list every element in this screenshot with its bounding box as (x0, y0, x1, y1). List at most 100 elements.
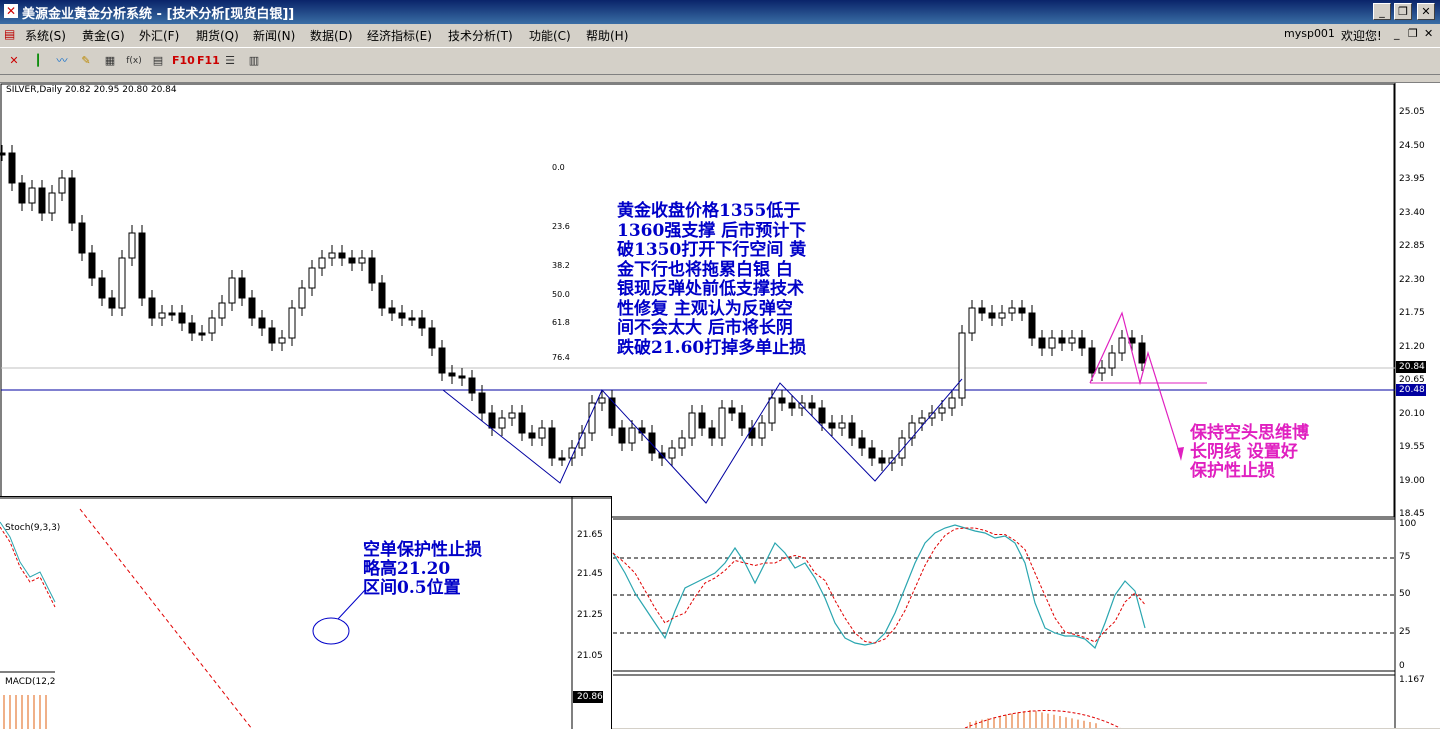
template-icon[interactable]: ▤ (150, 53, 166, 69)
main-annotation: 黄金收盘价格1355低于 1360强支撑 后市预计下 破1350打开下行空间 黄… (617, 201, 807, 358)
candle-body (448, 372, 456, 377)
close-button[interactable]: ✕ (1417, 3, 1435, 20)
annotation-line-8: 跌破21.60打掉多单止损 (617, 337, 807, 358)
inset-macd-bars (3, 695, 47, 729)
list-icon[interactable]: ☰ (222, 53, 238, 69)
fib-level-label: 0.0 (552, 163, 565, 172)
candle-body (738, 412, 746, 429)
inset-annotation: 空单保护性止损 略高21.20 区间0.5位置 (363, 541, 482, 598)
candle-body (488, 412, 496, 429)
candle-body (698, 412, 706, 429)
candle-body (218, 302, 226, 319)
welcome-text: 欢迎您! (1341, 29, 1382, 43)
candle-body (208, 317, 216, 334)
grid-icon[interactable]: ▦ (102, 53, 118, 69)
candle-body (248, 297, 256, 319)
menu-futures[interactable]: 期货(Q) (196, 27, 239, 44)
candle-body (1098, 367, 1106, 374)
candle-body (98, 277, 106, 299)
annotation-line-2: 1360强支撑 后市预计下 (617, 220, 807, 241)
menu-technical-analysis[interactable]: 技术分析(T) (448, 27, 513, 44)
candle-body (58, 177, 66, 194)
menu-functions[interactable]: 功能(C) (529, 27, 571, 44)
annotation-line-6: 性修复 主观认为反弹空 (617, 298, 793, 319)
annotation-line-4: 金下行也将拖累白银 白 (617, 259, 793, 280)
f11-icon[interactable]: F11 (197, 53, 220, 69)
f10-icon[interactable]: F10 (172, 53, 195, 69)
fib-level-label: 38.2 (552, 261, 570, 270)
candle-body (138, 232, 146, 299)
price-axis-label: 21.75 (1399, 308, 1425, 318)
candle-body (288, 307, 296, 339)
line-chart-icon[interactable]: 〰 (54, 53, 70, 69)
candle-body (978, 307, 986, 314)
menu-data[interactable]: 数据(D) (310, 27, 353, 44)
candle-body (18, 182, 26, 204)
price-axis-label: 18.45 (1399, 509, 1425, 519)
close-chart-icon[interactable]: ✕ (6, 53, 22, 69)
annotation-line-7: 间不会太大 后市将长阴 (617, 318, 793, 338)
menu-help[interactable]: 帮助(H) (586, 27, 628, 44)
fib-trend-line (79, 508, 253, 729)
inset-chart: Stoch(9,3,3) MACD(12,2 空单保护性止损 略高21.20 区… (0, 163, 612, 729)
candle-body (438, 347, 446, 374)
candle-body (258, 317, 266, 329)
price-axis-label: 25.05 (1399, 107, 1425, 117)
chart-header: SILVER,Daily 20.82 20.95 20.80 20.84 (6, 85, 177, 95)
inset-annotation-line-2: 略高21.20 (363, 559, 451, 579)
candle-body (178, 312, 186, 324)
window-title: 美源金业黄金分析系统 - [技术分析[现货白银]] (22, 7, 295, 22)
menu-forex[interactable]: 外汇(F) (139, 27, 179, 44)
candles-icon[interactable]: ┃ (30, 53, 46, 69)
fx-icon[interactable]: f(x) (126, 53, 142, 69)
restore-button[interactable]: ❐ (1394, 3, 1412, 20)
mdi-restore-button[interactable]: ❐ (1408, 27, 1418, 40)
candles-group (0, 145, 1146, 471)
candle-body (238, 277, 246, 299)
annotation-line-3: 破1350打开下行空间 黄 (617, 240, 807, 260)
report-icon[interactable]: ▥ (246, 53, 262, 69)
chart-window[interactable]: SILVER,Daily 20.82 20.95 20.80 20.84 25.… (0, 82, 1440, 729)
fib-level-label: 61.8 (552, 318, 570, 327)
mdi-close-button[interactable]: ✕ (1424, 27, 1433, 40)
candle-body (128, 232, 136, 259)
candle-body (48, 192, 56, 214)
menu-economic-indicators[interactable]: 经济指标(E) (367, 27, 432, 44)
candle-body (898, 437, 906, 459)
menu-news[interactable]: 新闻(N) (253, 27, 295, 44)
candle-body (158, 312, 166, 319)
candle-body (198, 332, 206, 336)
candle-body (328, 252, 336, 259)
menu-system[interactable]: 系统(S) (25, 27, 66, 44)
menu-gold[interactable]: 黄金(G) (82, 27, 125, 44)
candle-body (1038, 337, 1046, 349)
candle-body (788, 402, 796, 409)
candle-body (538, 427, 546, 439)
candle-body (648, 432, 656, 454)
minimize-button[interactable]: _ (1373, 3, 1391, 20)
line-price-label: 20.48 (1399, 385, 1425, 395)
candle-body (168, 312, 176, 316)
stoch-level-label-100: 100 (1399, 519, 1417, 529)
stop-loss-ellipse (312, 617, 350, 645)
candle-body (1008, 307, 1016, 314)
right-annotation-line-3: 保护性止损 (1190, 461, 1275, 481)
candle-body (108, 297, 116, 309)
macd-value-label: 1.167 (1399, 675, 1425, 685)
candle-body (548, 427, 556, 459)
candle-body (468, 377, 476, 394)
candle-body (768, 397, 776, 424)
inset-price-label-1: 21.65 (577, 530, 603, 540)
candle-body (428, 327, 436, 349)
candle-body (0, 152, 6, 156)
price-axis-label: 20.10 (1399, 408, 1425, 419)
candle-body (678, 437, 686, 449)
candle-body (828, 422, 836, 429)
title-bar: ✕ 美源金业黄金分析系统 - [技术分析[现货白银]] _ ❐ ✕ (0, 0, 1440, 24)
candle-body (718, 407, 726, 439)
inset-current-price: 20.86 (577, 692, 603, 702)
candle-body (1118, 337, 1126, 354)
price-axis-label: 19.55 (1399, 442, 1425, 452)
mdi-minimize-button[interactable]: _ (1394, 27, 1400, 40)
pencil-icon[interactable]: ✎ (78, 53, 94, 69)
